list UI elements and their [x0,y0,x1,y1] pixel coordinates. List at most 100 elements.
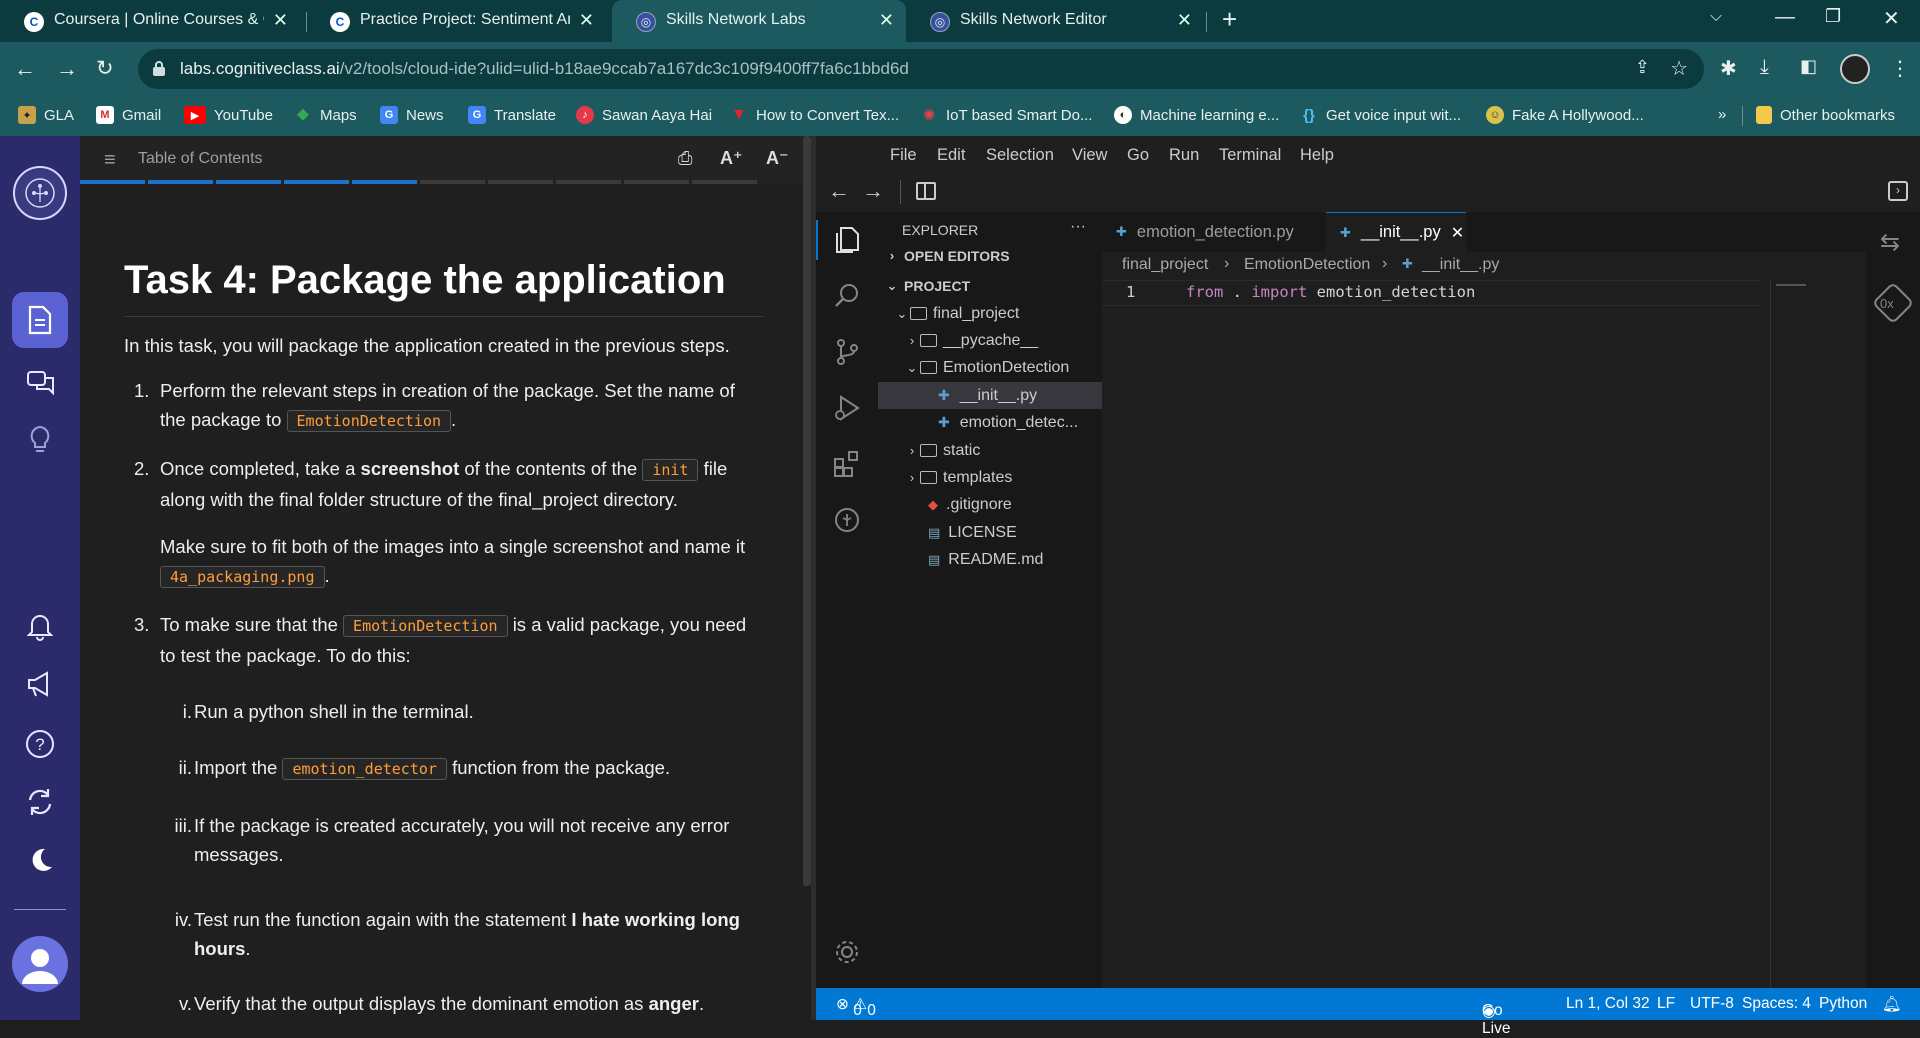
tree-init-py[interactable]: ✚ __init__.py [878,382,1102,409]
bookmarks-overflow[interactable]: » [1718,106,1726,123]
problems-status[interactable]: ⊗ 0 ⚠ 0 [836,995,876,1019]
hamburger-menu-icon[interactable]: ≡ [104,149,116,172]
menu-go[interactable]: Go [1127,146,1149,165]
menu-help[interactable]: Help [1300,146,1334,165]
download-icon[interactable]: ⤓ [1760,56,1769,79]
settings-gear-icon[interactable] [829,934,865,970]
decrease-font-button[interactable]: A⁻ [766,148,789,169]
share-icon[interactable]: ⇪ [1635,57,1650,78]
run-debug-icon[interactable] [829,390,865,426]
tree-final-project[interactable]: ⌄ final_project [878,300,1102,327]
back-arrow-icon[interactable]: ← [828,178,850,204]
tree-readme[interactable]: ▤ README.md [878,546,1102,573]
reset-button[interactable] [12,774,68,830]
bookmark-hollywood[interactable]: ☺ Fake A Hollywood... [1486,106,1644,124]
breadcrumb-item[interactable]: EmotionDetection [1244,256,1370,274]
forward-arrow-icon[interactable]: → [56,56,78,82]
profile-avatar[interactable] [1840,54,1870,84]
browser-tab-coursera[interactable]: C Coursera | Online Courses & Credential… [0,0,300,42]
bookmark-iot[interactable]: ✺ IoT based Smart Do... [920,106,1093,125]
restore-icon[interactable]: ❐ [1825,6,1841,27]
browser-tab-practice-project[interactable]: C Practice Project: Sentiment Analysis ✕ [306,0,606,42]
encoding[interactable]: UTF-8 [1690,995,1734,1013]
tree-pycache[interactable]: › __pycache__ [878,327,1102,354]
announcements-button[interactable] [12,656,68,712]
browser-tab-skills-network-labs[interactable]: ◎ Skills Network Labs ✕ [612,0,906,42]
discussion-button[interactable] [12,354,68,410]
skills-network-logo[interactable] [13,166,67,220]
menu-file[interactable]: File [890,146,917,165]
hints-button[interactable] [12,412,68,468]
notifications-bell-icon[interactable]: 🔔︎ [1882,995,1902,1014]
language-mode[interactable]: Python [1819,995,1867,1013]
tree-templates[interactable]: › templates [878,464,1102,491]
help-button[interactable]: ? [12,716,68,772]
tree-static[interactable]: › static [878,437,1102,464]
close-window-icon[interactable]: ✕ [1883,6,1900,31]
menu-kebab-icon[interactable]: ⋮ [1890,56,1910,81]
table-of-contents-label[interactable]: Table of Contents [138,150,263,168]
new-tab-plus-icon[interactable]: + [1222,4,1237,35]
tree-emotion-detection-py[interactable]: ✚ emotion_detec... [878,409,1102,436]
menu-selection[interactable]: Selection [986,146,1054,165]
menu-edit[interactable]: Edit [937,146,965,165]
url-bar[interactable]: labs.cognitiveclass.ai/v2/tools/cloud-id… [138,49,1704,89]
toggle-sidebar-icon[interactable] [916,182,936,200]
dark-mode-button[interactable] [12,832,68,888]
close-tab-icon[interactable]: ✕ [1451,223,1464,243]
project-section[interactable]: ⌄ PROJECT [878,272,1102,299]
tree-gitignore[interactable]: ◆ .gitignore [878,491,1102,518]
browser-tab-skills-network-editor[interactable]: ◎ Skills Network Editor ✕ [906,0,1204,42]
bookmark-gla[interactable]: ✦ GLA [18,106,74,124]
side-panel-icon[interactable]: ◧ [1800,56,1817,77]
close-tab-icon[interactable]: ✕ [1177,10,1192,31]
cursor-position[interactable]: Ln 1, Col 32 [1566,995,1650,1013]
tree-emotiondetection[interactable]: ⌄ EmotionDetection [878,354,1102,381]
breadcrumb-item[interactable]: __init__.py [1422,256,1499,274]
compare-arrows-icon[interactable]: ⇆ [1880,228,1900,257]
bookmark-news[interactable]: G News [380,106,444,124]
code-editor[interactable]: 1 from . import emotion_detection [1102,280,1920,988]
skills-network-toolbox-icon[interactable] [829,502,865,538]
source-control-icon[interactable] [829,334,865,370]
menu-run[interactable]: Run [1169,146,1199,165]
bookmark-voice[interactable]: {} Get voice input wit... [1300,106,1461,124]
close-tab-icon[interactable]: ✕ [579,10,594,31]
explorer-more-icon[interactable]: ··· [1070,218,1086,236]
close-tab-icon[interactable]: ✕ [273,10,288,31]
search-icon[interactable] [829,278,865,314]
bookmark-gmail[interactable]: M Gmail [96,106,161,124]
tree-license[interactable]: ▤ LICENSE [878,519,1102,546]
minimap[interactable] [1776,284,1806,286]
reload-icon[interactable]: ↻ [96,56,114,81]
notifications-button[interactable] [12,598,68,654]
bookmark-maps[interactable]: ⬥ Maps [294,106,356,124]
explorer-files-icon[interactable] [829,222,865,258]
secondary-panel-icon[interactable]: › [1888,181,1908,201]
bookmark-sawan[interactable]: ♪ Sawan Aaya Hai [576,106,712,124]
bookmark-star-icon[interactable]: ☆ [1670,56,1688,81]
increase-font-button[interactable]: A⁺ [720,148,743,169]
menu-terminal[interactable]: Terminal [1219,146,1281,165]
tab-emotion-detection-py[interactable]: ✚ emotion_detection.py [1102,212,1326,252]
extensions-icon[interactable] [829,446,865,482]
extensions-puzzle-icon[interactable]: ✱ [1720,56,1737,81]
other-bookmarks[interactable]: Other bookmarks [1756,106,1895,124]
back-arrow-icon[interactable]: ← [14,56,36,82]
bookmark-convert[interactable]: ▼ How to Convert Tex... [730,106,899,124]
user-avatar[interactable] [12,936,68,992]
forward-arrow-icon[interactable]: → [862,178,884,204]
bookmark-ml[interactable]: ◐ Machine learning e... [1114,106,1279,124]
print-icon[interactable]: ⎙ [678,148,692,169]
indentation[interactable]: Spaces: 4 [1742,995,1811,1013]
bookmark-translate[interactable]: G Translate [468,106,556,124]
bookmark-youtube[interactable]: ▶ YouTube [184,106,273,124]
menu-view[interactable]: View [1072,146,1107,165]
open-editors-section[interactable]: › OPEN EDITORS [878,242,1102,269]
end-of-line[interactable]: LF [1657,995,1675,1013]
breadcrumb-item[interactable]: final_project [1122,256,1208,274]
instructions-button[interactable] [12,292,68,348]
tab-search-chevron-icon[interactable]: ⌵ [1710,8,1722,26]
tab-init-py[interactable]: ✚ __init__.py ✕ [1326,212,1466,252]
close-tab-icon[interactable]: ✕ [879,10,894,31]
